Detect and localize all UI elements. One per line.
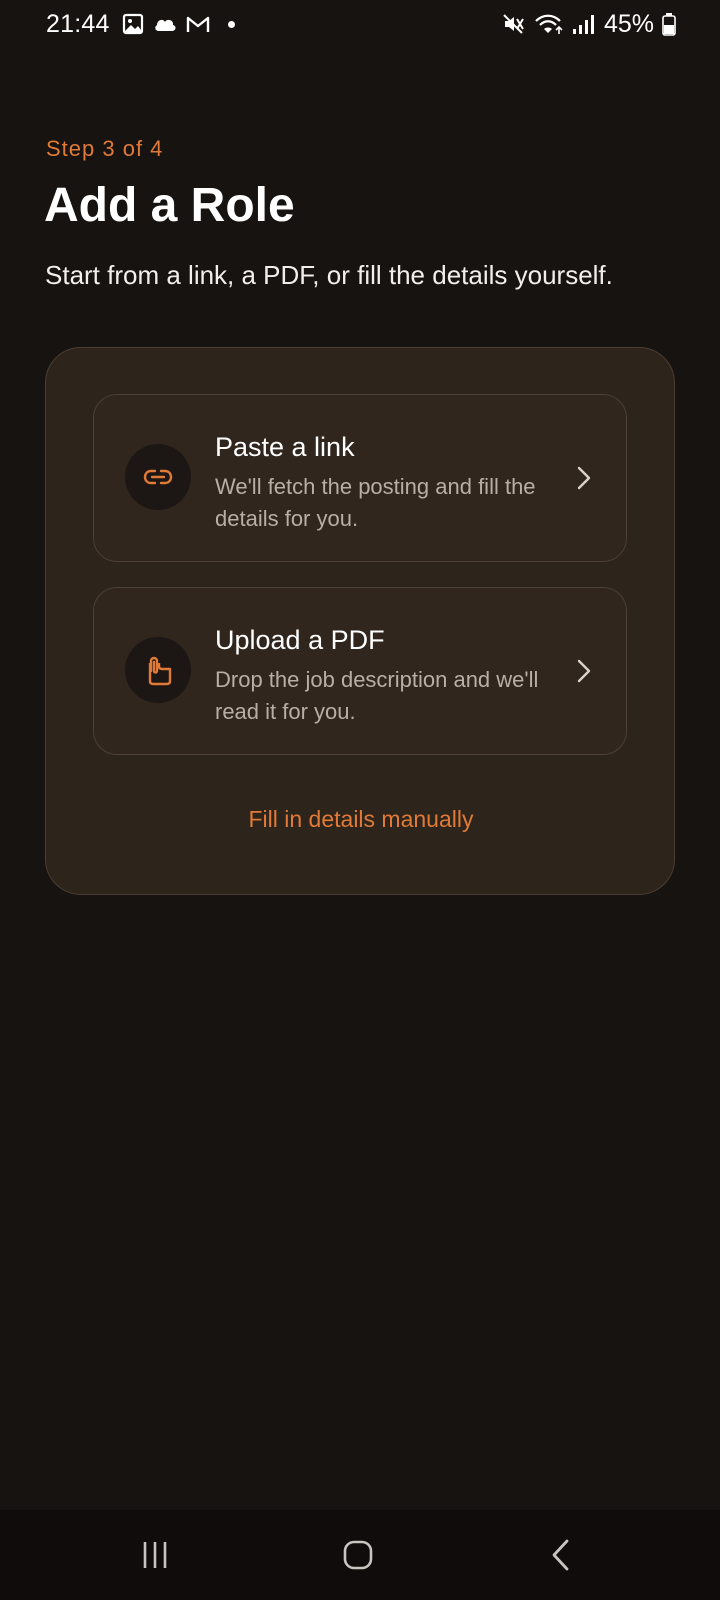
fill-manually-link[interactable]: Fill in details manually: [46, 806, 676, 833]
option-description: We'll fetch the posting and fill the det…: [215, 474, 536, 531]
page-title: Add a Role: [44, 179, 295, 232]
option-title: Paste a link: [215, 432, 355, 462]
navigation-bar: [0, 1510, 720, 1600]
wifi-icon: [534, 13, 564, 35]
screen: 21:44 45% Step 3 of 4 Add a Role Start f…: [0, 0, 720, 1600]
chevron-right-icon: [576, 658, 592, 684]
paste-link-option[interactable]: Paste a link We'll fetch the posting and…: [93, 394, 627, 562]
cloud-icon: [152, 14, 178, 34]
battery-icon: [662, 12, 676, 36]
chevron-right-icon: [576, 465, 592, 491]
link-icon: [125, 444, 191, 510]
option-description: Drop the job description and we'll read …: [215, 667, 539, 724]
add-role-options-panel: Paste a link We'll fetch the posting and…: [45, 347, 675, 895]
status-left: 21:44: [46, 10, 235, 39]
gallery-icon: [122, 13, 144, 35]
home-icon[interactable]: [328, 1532, 388, 1578]
signal-icon: [572, 13, 594, 35]
notification-dot: [227, 20, 235, 28]
battery-percent: 45%: [603, 9, 654, 38]
status-bar: 21:44 45%: [0, 0, 720, 48]
step-indicator: Step 3 of 4: [46, 136, 164, 161]
recent-apps-icon[interactable]: [125, 1532, 185, 1578]
option-title: Upload a PDF: [215, 625, 385, 655]
document-icon: [125, 637, 191, 703]
status-right: 45%: [502, 10, 676, 39]
upload-pdf-option[interactable]: Upload a PDF Drop the job description an…: [93, 587, 627, 755]
page-subtitle: Start from a link, a PDF, or fill the de…: [45, 260, 613, 290]
back-icon[interactable]: [531, 1532, 591, 1578]
status-time: 21:44: [46, 9, 110, 38]
gmail-icon: [186, 14, 210, 34]
mute-icon: [502, 13, 526, 35]
